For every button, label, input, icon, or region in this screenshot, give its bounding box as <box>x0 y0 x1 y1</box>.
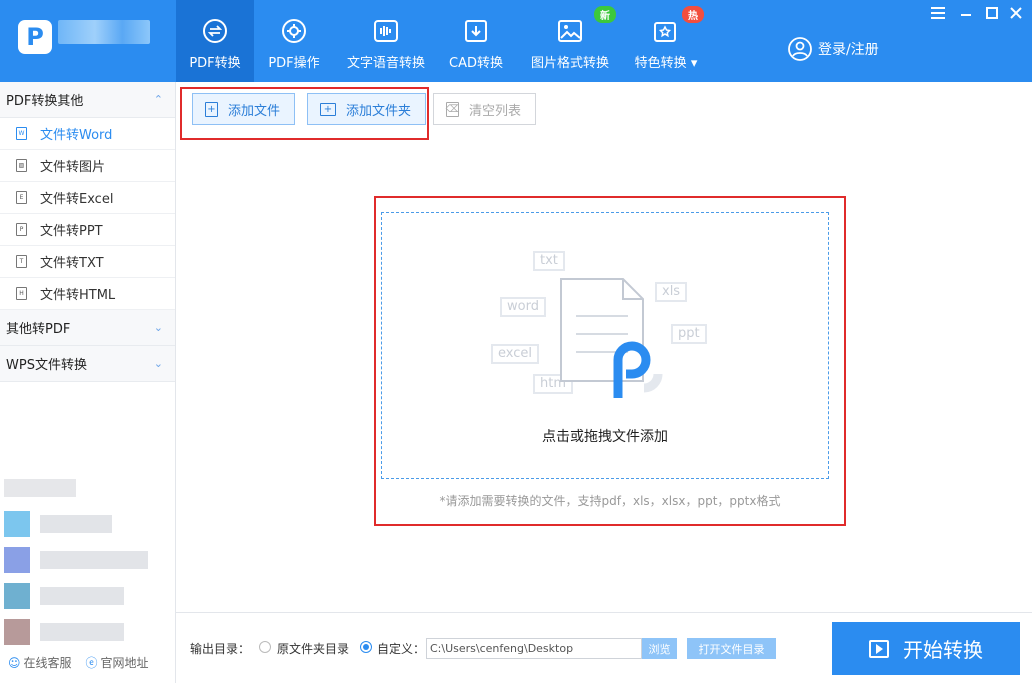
gear-icon <box>281 18 307 44</box>
hot-badge: 热 <box>682 6 704 23</box>
audio-wave-icon <box>373 18 399 44</box>
chevron-down-icon: ⌄ <box>153 321 163 334</box>
group-label: PDF转换其他 <box>6 94 84 109</box>
tab-label: PDF操作 <box>268 56 320 71</box>
sidebar-item-to-word[interactable]: W 文件转Word <box>0 118 175 150</box>
sidebar-footer: ☺ 在线客服 ⓔ 官网地址 <box>8 654 149 671</box>
sidebar-group-other-to-pdf[interactable]: 其他转PDF ⌄ <box>0 310 175 346</box>
tab-label: 文字语音转换 <box>346 56 425 71</box>
official-site-link[interactable]: ⓔ 官网地址 <box>86 654 149 671</box>
start-convert-label: 开始转换 <box>903 638 983 662</box>
blurred-row <box>4 475 164 501</box>
menu-icon[interactable] <box>928 4 948 22</box>
trash-icon: ⌫ <box>445 101 460 117</box>
blurred-row <box>4 619 164 645</box>
blurred-promo-area <box>4 475 164 655</box>
maximize-icon[interactable] <box>982 4 1002 22</box>
top-bar: P PDF转换 PDF操作 文字语音转换 CAD转换 图片格式转换 新 特色转换… <box>0 0 1032 82</box>
sidebar-item-to-html[interactable]: H 文件转HTML <box>0 278 175 310</box>
ghost-tag-excel: excel <box>491 344 539 364</box>
tab-label: 图片格式转换 <box>530 56 609 71</box>
browser-icon: ⓔ <box>85 656 98 670</box>
app-logo: P <box>18 20 52 54</box>
start-convert-button[interactable]: 开始转换 <box>832 622 1020 675</box>
login-button[interactable]: 登录/注册 <box>788 37 879 61</box>
tab-label: PDF转换 <box>189 56 241 71</box>
sidebar: PDF转换其他 ⌃ W 文件转Word ▨ 文件转图片 E 文件转Excel P… <box>0 82 176 683</box>
blurred-row <box>4 547 164 573</box>
add-file-label: 添加文件 <box>228 103 281 119</box>
chevron-down-icon: ▾ <box>690 56 698 71</box>
clear-list-label: 清空列表 <box>469 103 522 119</box>
radio-original-label: 原文件夹目录 <box>277 642 350 656</box>
tab-pdf-convert[interactable]: PDF转换 <box>176 0 254 82</box>
add-file-button[interactable]: + 添加文件 <box>192 93 296 125</box>
item-label: 文件转PPT <box>40 224 103 239</box>
add-folder-button[interactable]: + 添加文件夹 <box>307 93 427 125</box>
dropzone-title: 点击或拖拽文件添加 <box>542 429 668 445</box>
sidebar-item-to-txt[interactable]: T 文件转TXT <box>0 246 175 278</box>
clear-list-button[interactable]: ⌫ 清空列表 <box>433 93 537 125</box>
tab-text-speech[interactable]: 文字语音转换 <box>340 0 432 82</box>
chevron-down-icon: ⌄ <box>153 357 163 370</box>
html-file-icon: H <box>16 287 27 300</box>
item-label: 文件转HTML <box>40 288 116 303</box>
radio-custom-folder[interactable] <box>360 641 372 653</box>
chevron-up-icon: ⌃ <box>153 93 163 106</box>
headset-icon: ☺ <box>8 656 21 670</box>
minimize-icon[interactable] <box>956 4 976 22</box>
image-file-icon: ▨ <box>16 159 27 172</box>
swap-icon <box>202 18 228 44</box>
sidebar-group-wps-convert[interactable]: WPS文件转换 ⌄ <box>0 346 175 382</box>
tab-cad-convert[interactable]: CAD转换 <box>440 0 512 82</box>
sidebar-item-to-excel[interactable]: E 文件转Excel <box>0 182 175 214</box>
cad-icon <box>463 18 489 44</box>
excel-file-icon: E <box>16 191 27 204</box>
play-icon <box>869 639 889 658</box>
item-label: 文件转TXT <box>40 256 104 271</box>
star-box-icon <box>653 18 679 44</box>
online-service-link[interactable]: ☺ 在线客服 <box>8 654 72 671</box>
browse-button[interactable]: 浏览 <box>642 638 677 659</box>
image-icon <box>557 18 583 44</box>
sidebar-item-to-ppt[interactable]: P 文件转PPT <box>0 214 175 246</box>
blurred-row <box>4 511 164 537</box>
document-illustration-icon <box>560 278 663 398</box>
ghost-tag-txt: txt <box>533 251 565 271</box>
ghost-tag-ppt: ppt <box>671 324 707 344</box>
app-name-blurred <box>58 20 150 44</box>
item-label: 文件转图片 <box>40 160 106 175</box>
ghost-tag-word: word <box>500 297 546 317</box>
sidebar-group-pdf-to-other[interactable]: PDF转换其他 ⌃ <box>0 82 175 118</box>
add-file-icon: + <box>205 101 218 117</box>
word-file-icon: W <box>16 127 27 140</box>
tab-label: CAD转换 <box>449 56 503 71</box>
add-folder-icon: + <box>320 102 336 116</box>
radio-custom-label: 自定义： <box>377 642 426 656</box>
login-label: 登录/注册 <box>818 42 879 58</box>
open-dir-button[interactable]: 打开文件目录 <box>687 638 776 659</box>
add-folder-label: 添加文件夹 <box>346 103 412 119</box>
item-label: 文件转Word <box>40 128 113 143</box>
group-label: 其他转PDF <box>6 322 71 337</box>
user-icon <box>788 37 812 61</box>
radio-original-folder[interactable] <box>259 641 271 653</box>
item-label: 文件转Excel <box>40 192 114 207</box>
new-badge: 新 <box>594 6 616 23</box>
ppt-file-icon: P <box>16 223 27 236</box>
close-icon[interactable] <box>1006 4 1026 22</box>
group-label: WPS文件转换 <box>6 358 87 373</box>
tab-label: 特色转换 ▾ <box>634 56 698 71</box>
blurred-row <box>4 583 164 609</box>
output-dir-label: 输出目录： <box>190 642 251 656</box>
sidebar-item-to-image[interactable]: ▨ 文件转图片 <box>0 150 175 182</box>
txt-file-icon: T <box>16 255 27 268</box>
output-path-input[interactable] <box>426 638 642 659</box>
dropzone-hint: *请添加需要转换的文件，支持pdf，xls，xlsx，ppt，pptx格式 <box>439 494 781 508</box>
tab-pdf-operations[interactable]: PDF操作 <box>256 0 332 82</box>
